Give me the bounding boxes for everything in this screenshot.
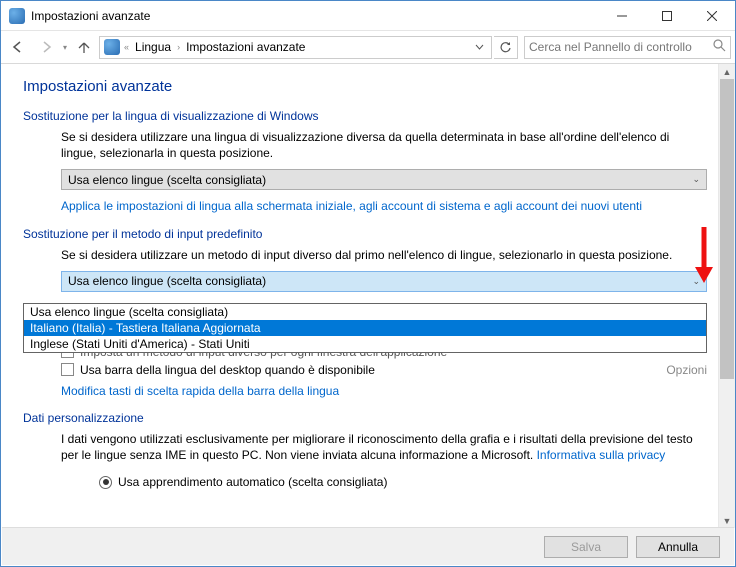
section1-header: Sostituzione per la lingua di visualizza… [23, 109, 707, 123]
up-button[interactable] [71, 34, 97, 60]
search-placeholder: Cerca nel Pannello di controllo [529, 40, 692, 54]
minimize-button[interactable] [599, 1, 644, 30]
privacy-link[interactable]: Informativa sulla privacy [537, 448, 666, 462]
back-button[interactable] [5, 34, 31, 60]
maximize-button[interactable] [644, 1, 689, 30]
section2-desc: Se si desidera utilizzare un metodo di i… [61, 247, 707, 263]
close-button[interactable] [689, 1, 735, 30]
forward-button[interactable] [33, 34, 59, 60]
window-title: Impostazioni avanzate [31, 9, 599, 23]
scroll-up-icon[interactable]: ▲ [719, 64, 735, 79]
chevron-down-icon: ⌄ [692, 174, 700, 185]
navigation-bar: ▾ « Lingua › Impostazioni avanzate Cerca… [1, 31, 735, 64]
save-button[interactable]: Salva [544, 536, 628, 558]
hotkeys-link[interactable]: Modifica tasti di scelta rapida della ba… [61, 384, 339, 398]
section4-body: I dati vengono utilizzati esclusivamente… [23, 431, 707, 463]
refresh-button[interactable] [494, 36, 518, 59]
radio1-label: Usa apprendimento automatico (scelta con… [118, 475, 387, 489]
chevron-right-icon: › [177, 42, 180, 52]
scrollbar-thumb[interactable] [720, 79, 734, 379]
content-area: ▲ ▼ Impostazioni avanzate Sostituzione p… [1, 64, 735, 528]
scroll-down-icon[interactable]: ▼ [719, 513, 735, 528]
section4-desc: I dati vengono utilizzati esclusivamente… [61, 431, 707, 463]
search-input[interactable]: Cerca nel Pannello di controllo [524, 36, 731, 59]
radio-auto-learning[interactable]: Usa apprendimento automatico (scelta con… [23, 475, 707, 489]
section2-header: Sostituzione per il metodo di input pred… [23, 227, 707, 241]
options-link[interactable]: Opzioni [666, 363, 707, 377]
breadcrumb-sep-icon: « [124, 42, 129, 52]
display-language-combo[interactable]: Usa elenco lingue (scelta consigliata) ⌄ [61, 169, 707, 190]
breadcrumb-lingua[interactable]: Lingua [133, 40, 173, 54]
checkbox-icon [61, 363, 74, 376]
section1-body: Se si desidera utilizzare una lingua di … [23, 129, 707, 215]
scrollbar[interactable]: ▲ ▼ [718, 64, 735, 528]
apply-settings-link[interactable]: Applica le impostazioni di lingua alla s… [61, 199, 642, 213]
input-method-dropdown: Usa elenco lingue (scelta consigliata) I… [23, 303, 707, 353]
input-method-option-default[interactable]: Usa elenco lingue (scelta consigliata) [24, 304, 706, 320]
title-bar: Impostazioni avanzate [1, 1, 735, 31]
section2-body: Se si desidera utilizzare un metodo di i… [23, 247, 707, 292]
footer-bar: Salva Annulla [2, 527, 734, 565]
annotation-arrow-down [693, 227, 715, 285]
breadcrumb-impostazioni-avanzate[interactable]: Impostazioni avanzate [184, 40, 307, 54]
address-bar[interactable]: « Lingua › Impostazioni avanzate [99, 36, 492, 59]
cancel-button[interactable]: Annulla [636, 536, 720, 558]
input-method-combo[interactable]: Usa elenco lingue (scelta consigliata) ⌄ [61, 271, 707, 292]
window-controls [599, 1, 735, 30]
display-language-value: Usa elenco lingue (scelta consigliata) [68, 173, 266, 187]
search-icon [713, 39, 726, 55]
page-title: Impostazioni avanzate [23, 78, 707, 95]
radio-icon [99, 476, 112, 489]
section4-header: Dati personalizzazione [23, 411, 707, 425]
checkbox-desktop-language-bar[interactable]: Usa barra della lingua del desktop quand… [61, 363, 707, 377]
input-method-option-italiano[interactable]: Italiano (Italia) - Tastiera Italiana Ag… [24, 320, 706, 336]
location-icon [104, 39, 120, 55]
app-icon [9, 8, 25, 24]
checkbox2-label: Usa barra della lingua del desktop quand… [80, 363, 375, 377]
input-method-value: Usa elenco lingue (scelta consigliata) [68, 274, 266, 288]
input-method-option-inglese[interactable]: Inglese (Stati Uniti d'America) - Stati … [24, 336, 706, 352]
section1-desc: Se si desidera utilizzare una lingua di … [61, 129, 707, 161]
address-dropdown-icon[interactable] [469, 43, 489, 52]
history-dropdown-icon[interactable]: ▾ [61, 43, 69, 52]
